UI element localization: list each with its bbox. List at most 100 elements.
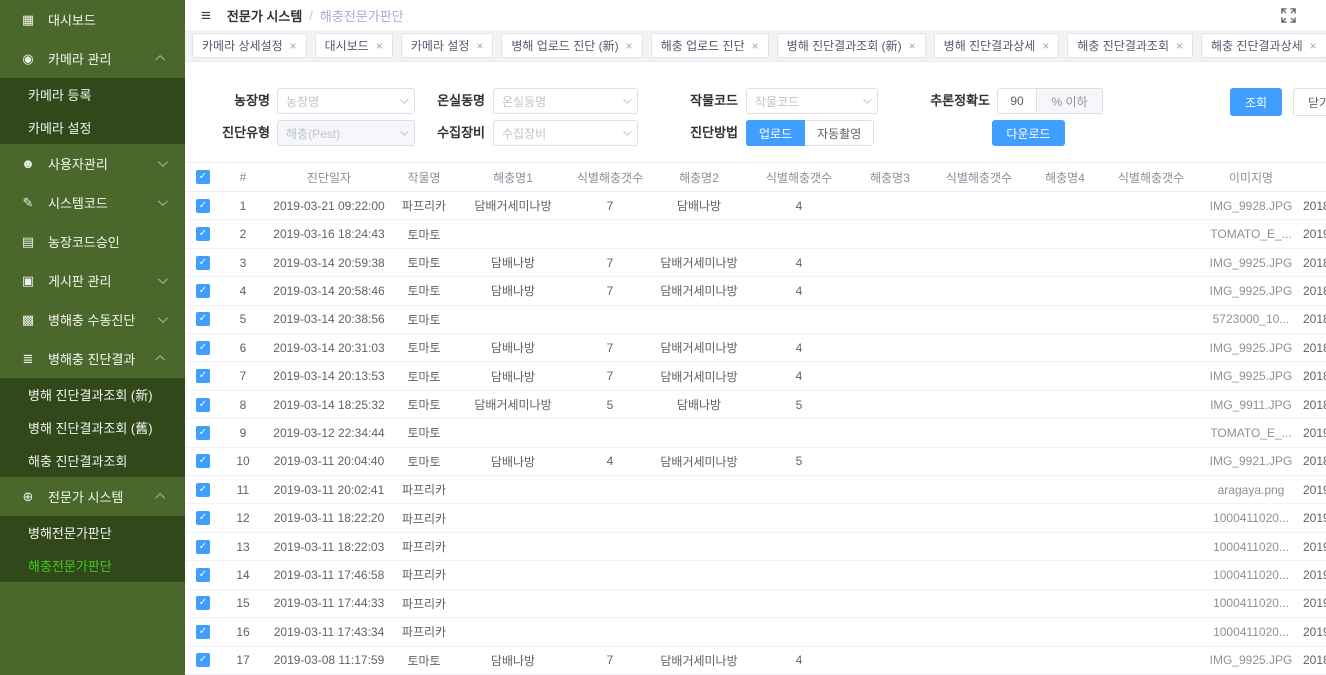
chevron-down-icon bbox=[400, 95, 408, 103]
row-checkbox[interactable]: ✓ bbox=[196, 511, 210, 525]
crop-code-label: 작물코드 bbox=[665, 88, 738, 114]
sidebar-item[interactable]: 카메라 등록 bbox=[0, 78, 185, 111]
tab-close-icon[interactable]: × bbox=[1176, 40, 1183, 52]
table-row: ✓ 6 2019-03-14 20:31:03 토마토 담배나방 7 담배거세미… bbox=[185, 334, 1326, 362]
cell-pest1: 담배나방 bbox=[455, 652, 571, 669]
tab-close-icon[interactable]: × bbox=[752, 40, 759, 52]
results-table: ✓ # 진단일자 작물명 해충명1 식별해충갯수 해충명2 식별해충갯수 해충명… bbox=[185, 162, 1326, 675]
dashboard-icon: ▦ bbox=[18, 12, 38, 28]
row-checkbox[interactable]: ✓ bbox=[196, 398, 210, 412]
tab-close-icon[interactable]: × bbox=[626, 40, 633, 52]
auto-capture-toggle-button[interactable]: 자동촬영 bbox=[805, 120, 874, 146]
row-checkbox[interactable]: ✓ bbox=[196, 483, 210, 497]
sidebar-item[interactable]: ▤ 농장코드승인 bbox=[0, 222, 185, 261]
sidebar-item[interactable]: 병해 진단결과조회 (舊) bbox=[0, 411, 185, 444]
tab[interactable]: 해충 업로드 진단 × bbox=[651, 33, 769, 58]
sidebar-item[interactable]: ◉ 카메라 관리 bbox=[0, 39, 185, 78]
sidebar-item-label: 카메라 설정 bbox=[28, 118, 91, 137]
row-checkbox[interactable]: ✓ bbox=[196, 369, 210, 383]
table-row: ✓ 4 2019-03-14 20:58:46 토마토 담배나방 7 담배거세미… bbox=[185, 277, 1326, 305]
sidebar-item[interactable]: 해충전문가판단 bbox=[0, 549, 185, 582]
cell-no: 4 bbox=[221, 284, 265, 298]
cell-clipped-date: 2019 bbox=[1303, 483, 1326, 497]
sidebar-item[interactable]: ▦ 대시보드 bbox=[0, 0, 185, 39]
farm-code-approval-icon: ▤ bbox=[18, 234, 38, 250]
chevron-icon bbox=[158, 196, 168, 206]
cell-pest2-count: 4 bbox=[749, 653, 849, 667]
row-checkbox[interactable]: ✓ bbox=[196, 596, 210, 610]
farm-name-select[interactable]: 농장명 bbox=[277, 88, 415, 114]
tab[interactable]: 병해 업로드 진단 (新) × bbox=[501, 33, 642, 58]
sidebar-item[interactable]: ≣ 병해충 진단결과 bbox=[0, 339, 185, 378]
fullscreen-icon[interactable] bbox=[1281, 8, 1296, 23]
cell-pest2-count: 4 bbox=[749, 341, 849, 355]
sidebar-item-label: 해충전문가판단 bbox=[28, 556, 112, 575]
chevron-icon bbox=[155, 355, 165, 365]
row-checkbox[interactable]: ✓ bbox=[196, 540, 210, 554]
tab-close-icon[interactable]: × bbox=[376, 40, 383, 52]
row-checkbox[interactable]: ✓ bbox=[196, 199, 210, 213]
tab-close-icon[interactable]: × bbox=[290, 40, 297, 52]
row-checkbox[interactable]: ✓ bbox=[196, 426, 210, 440]
row-checkbox[interactable]: ✓ bbox=[196, 341, 210, 355]
cell-image-name: 5723000_10... bbox=[1199, 312, 1303, 326]
sidebar-item[interactable]: 병해 진단결과조회 (新) bbox=[0, 378, 185, 411]
tab[interactable]: 병해 진단결과상세 × bbox=[934, 33, 1060, 58]
tab[interactable]: 카메라 설정 × bbox=[401, 33, 494, 58]
device-select[interactable]: 수집장비 bbox=[493, 120, 638, 146]
tab[interactable]: 대시보드 × bbox=[315, 33, 393, 58]
cell-pest1-count: 7 bbox=[571, 369, 649, 383]
header-no: # bbox=[221, 170, 265, 184]
accuracy-input[interactable] bbox=[998, 89, 1036, 113]
sidebar-item[interactable]: ▩ 병해충 수동진단 bbox=[0, 300, 185, 339]
cell-clipped-date: 2018 bbox=[1303, 284, 1326, 298]
tab-strip: 카메라 상세설정 × 대시보드 × 카메라 설정 × 병해 업로 bbox=[185, 30, 1326, 62]
table-row: ✓ 14 2019-03-11 17:46:58 파프리카 1000411020… bbox=[185, 561, 1326, 589]
sidebar-item[interactable]: ✎ 시스템코드 bbox=[0, 183, 185, 222]
greenhouse-select[interactable]: 온실동명 bbox=[493, 88, 638, 114]
table-row: ✓ 15 2019-03-11 17:44:33 파프리카 1000411020… bbox=[185, 590, 1326, 618]
sidebar-item-label: 농장코드승인 bbox=[48, 232, 120, 251]
sidebar-item[interactable]: ⊕ 전문가 시스템 bbox=[0, 477, 185, 516]
diagnosis-type-select[interactable]: 해충(Pest) bbox=[277, 120, 415, 146]
search-button[interactable]: 조회 bbox=[1230, 88, 1282, 116]
cell-pest2: 담배거세미나방 bbox=[649, 254, 749, 271]
sidebar-item[interactable]: ☻ 사용자관리 bbox=[0, 144, 185, 183]
row-checkbox[interactable]: ✓ bbox=[196, 454, 210, 468]
tab[interactable]: 해충 진단결과상세 × bbox=[1201, 33, 1326, 58]
cell-crop-name: 토마토 bbox=[393, 282, 455, 299]
cell-diagnosis-date: 2019-03-14 20:13:53 bbox=[265, 369, 393, 383]
tab[interactable]: 해충 진단결과조회 × bbox=[1067, 33, 1193, 58]
tab-close-icon[interactable]: × bbox=[909, 40, 916, 52]
row-checkbox[interactable]: ✓ bbox=[196, 625, 210, 639]
download-button[interactable]: 다운로드 bbox=[992, 120, 1065, 146]
menu-toggle-icon[interactable]: ≡ bbox=[201, 7, 211, 24]
sidebar-item[interactable]: ▣ 게시판 관리 bbox=[0, 261, 185, 300]
sidebar-item[interactable]: 병해전문가판단 bbox=[0, 516, 185, 549]
diagnosis-type-label: 진단유형 bbox=[200, 120, 270, 146]
header-pest2: 해충명2 bbox=[649, 169, 749, 186]
row-checkbox[interactable]: ✓ bbox=[196, 227, 210, 241]
cell-diagnosis-date: 2019-03-11 20:02:41 bbox=[265, 483, 393, 497]
tab-close-icon[interactable]: × bbox=[1042, 40, 1049, 52]
upload-toggle-button[interactable]: 업로드 bbox=[746, 120, 805, 146]
row-checkbox[interactable]: ✓ bbox=[196, 568, 210, 582]
sidebar-item[interactable]: 카메라 설정 bbox=[0, 111, 185, 144]
table-row: ✓ 17 2019-03-08 11:17:59 토마토 담배나방 7 담배거세… bbox=[185, 647, 1326, 675]
close-button[interactable]: 닫기 bbox=[1293, 88, 1326, 116]
crop-code-select[interactable]: 작물코드 bbox=[746, 88, 878, 114]
row-checkbox[interactable]: ✓ bbox=[196, 284, 210, 298]
tab-close-icon[interactable]: × bbox=[1310, 40, 1317, 52]
select-all-checkbox[interactable]: ✓ bbox=[196, 170, 210, 184]
row-checkbox[interactable]: ✓ bbox=[196, 312, 210, 326]
cell-no: 2 bbox=[221, 227, 265, 241]
sidebar-item[interactable]: 해충 진단결과조회 bbox=[0, 444, 185, 477]
cell-pest1-count: 7 bbox=[571, 653, 649, 667]
tab[interactable]: 병해 진단결과조회 (新) × bbox=[777, 33, 926, 58]
chevron-down-icon bbox=[400, 127, 408, 135]
row-checkbox[interactable]: ✓ bbox=[196, 653, 210, 667]
tab-close-icon[interactable]: × bbox=[476, 40, 483, 52]
accuracy-input-group: % 이하 bbox=[997, 88, 1103, 114]
tab[interactable]: 카메라 상세설정 × bbox=[192, 33, 307, 58]
row-checkbox[interactable]: ✓ bbox=[196, 256, 210, 270]
